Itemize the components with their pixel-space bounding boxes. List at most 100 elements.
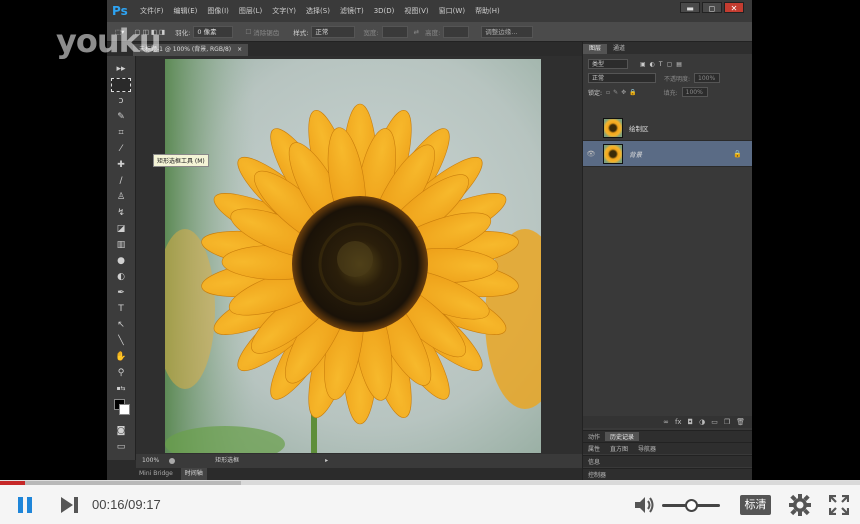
tab-history[interactable]: 历史记录 [605,432,640,441]
pause-icon[interactable] [16,496,34,518]
menu-file[interactable]: 文件(F) [140,6,164,16]
eyedropper-tool-icon[interactable]: ⁄ [111,142,131,156]
layer-row-selected[interactable]: 👁 背景 🔒 [583,141,752,167]
gradient-tool-icon[interactable]: ▥ [111,238,131,252]
height-input[interactable] [443,25,470,38]
menu-filter[interactable]: 滤镜(T) [340,6,364,16]
link-layers-icon[interactable]: ∞ [663,416,669,428]
lock-icons[interactable]: ▫✎✥🔒 [606,89,640,96]
opacity-input[interactable]: 100% [694,73,721,83]
status-bar: 100% 矩形选框 ▸ [136,454,582,468]
healing-brush-tool-icon[interactable]: ✚ [111,158,131,172]
adjustment-layer-icon[interactable]: ◑ [699,416,705,428]
filter-icons[interactable]: ▣◐T▢▤ [640,61,686,68]
swap-icon[interactable]: ⇄ [414,28,419,36]
quality-button[interactable]: 标清 [740,495,771,515]
clone-stamp-tool-icon[interactable]: ♙ [111,190,131,204]
delete-layer-icon[interactable]: 🗑 [736,416,745,428]
video-frame[interactable]: Ps 文件(F) 编辑(E) 图像(I) 图层(L) 文字(Y) 选择(S) 滤… [0,0,860,480]
new-group-icon[interactable]: ▭ [711,416,718,428]
hand-tool-icon[interactable]: ✋ [111,350,131,364]
menu-3d[interactable]: 3D(D) [374,7,395,15]
brush-tool-icon[interactable]: ∕ [111,174,131,188]
rectangular-marquee-tool-icon[interactable] [111,78,131,92]
default-colors-icon[interactable]: ▪⇆ [111,382,131,396]
tab-info[interactable]: 信息 [583,457,605,466]
quick-mask-icon[interactable]: ◙ [111,424,131,438]
lasso-tool-icon[interactable]: ↄ [111,94,131,108]
line-tool-icon[interactable]: ╲ [111,334,131,348]
crop-tool-icon[interactable]: ⌗ [111,126,131,140]
refine-edge-button[interactable]: 调整边缘... [481,25,534,38]
youku-watermark: youku [56,22,162,60]
close-tab-icon[interactable]: × [237,46,242,53]
tab-controller[interactable]: 控制器 [583,470,611,479]
layer-filter-select[interactable]: 类型 [588,59,628,69]
eye-icon[interactable]: 👁 [583,150,599,158]
blur-tool-icon[interactable]: ● [111,254,131,268]
fx-icon[interactable]: fx [675,416,682,428]
maximize-button[interactable]: ◻ [702,2,722,13]
antialias-checkbox[interactable]: ☐ [245,28,251,36]
mini-bridge-tab[interactable]: Mini Bridge [139,468,173,480]
fill-input[interactable]: 100% [681,87,708,97]
doc-info: 矩形选框 [215,457,240,464]
menu-type[interactable]: 文字(Y) [272,6,296,16]
canvas-area[interactable]: 矩形选框工具 (M) [136,56,582,454]
menu-edit[interactable]: 编辑(E) [174,6,198,16]
minimize-button[interactable]: ▬ [680,2,700,13]
pen-tool-icon[interactable]: ✒ [111,286,131,300]
feather-input[interactable]: 0 像素 [193,25,234,38]
history-brush-tool-icon[interactable]: ↯ [111,206,131,220]
progress-bar[interactable] [0,481,860,485]
tab-histogram[interactable]: 直方图 [605,444,633,453]
menu-select[interactable]: 选择(S) [306,6,330,16]
tab-navigator[interactable]: 导航器 [633,444,661,453]
layer-name: 背景 [629,150,642,159]
layer-thumbnail [603,143,623,164]
menu-window[interactable]: 窗口(W) [439,6,465,16]
collapse-toolbox-icon[interactable]: ▸▸ [111,62,131,76]
eraser-tool-icon[interactable]: ◪ [111,222,131,236]
lock-row: 锁定: ▫✎✥🔒 填充: 100% [583,85,752,99]
blend-mode-select[interactable]: 正常 [588,73,656,83]
tab-properties[interactable]: 属性 [583,444,605,453]
width-input[interactable] [381,25,408,38]
layer-name: 绘制区 [629,124,649,133]
fullscreen-icon[interactable] [828,494,850,519]
close-button[interactable]: ✕ [724,2,744,13]
tab-channels[interactable]: 通道 [607,44,631,54]
path-selection-tool-icon[interactable]: ↖ [111,318,131,332]
menu-image[interactable]: 图像(I) [207,6,229,16]
add-mask-icon[interactable]: ◘ [688,416,694,428]
menu-layer[interactable]: 图层(L) [239,6,262,16]
dodge-tool-icon[interactable]: ◐ [111,270,131,284]
document-tab-bar: 未标题-1 @ 100% (背景, RGB/8) × [107,42,582,56]
properties-panel-tabs: 属性 直方图 导航器 [583,442,752,454]
layer-row[interactable]: 绘制区 [583,115,752,141]
layers-panel: 图层 通道 类型 ▣◐T▢▤ 正常 不透明度: 100% 锁定: ▫✎✥🔒 填充… [582,42,752,480]
next-icon[interactable] [60,496,80,518]
fill-label: 填充: [663,89,678,97]
quick-selection-tool-icon[interactable]: ✎ [111,110,131,124]
background-color-swatch[interactable] [119,404,130,415]
lock-label: 锁定: [588,89,603,97]
zoom-level[interactable]: 100% [142,454,159,468]
tab-layers[interactable]: 图层 [583,44,608,54]
sunflower-photo[interactable] [165,59,541,453]
settings-gear-icon[interactable] [789,494,811,520]
screen-mode-icon[interactable]: ▭ [111,440,131,454]
lock-icon: 🔒 [733,149,742,158]
volume-icon[interactable] [634,495,656,519]
type-tool-icon[interactable]: T [111,302,131,316]
tab-actions[interactable]: 动作 [583,432,605,441]
panel-tabs: 图层 通道 [583,42,752,54]
menu-view[interactable]: 视图(V) [404,6,428,16]
style-select[interactable]: 正常 [311,25,356,38]
menu-help[interactable]: 帮助(H) [475,6,500,16]
timeline-tab[interactable]: 时间轴 [180,468,207,480]
zoom-tool-icon[interactable]: ⚲ [111,366,131,380]
volume-knob[interactable] [685,499,698,512]
new-layer-icon[interactable]: ❐ [724,416,730,428]
status-arrow-icon[interactable]: ▸ [325,454,328,468]
